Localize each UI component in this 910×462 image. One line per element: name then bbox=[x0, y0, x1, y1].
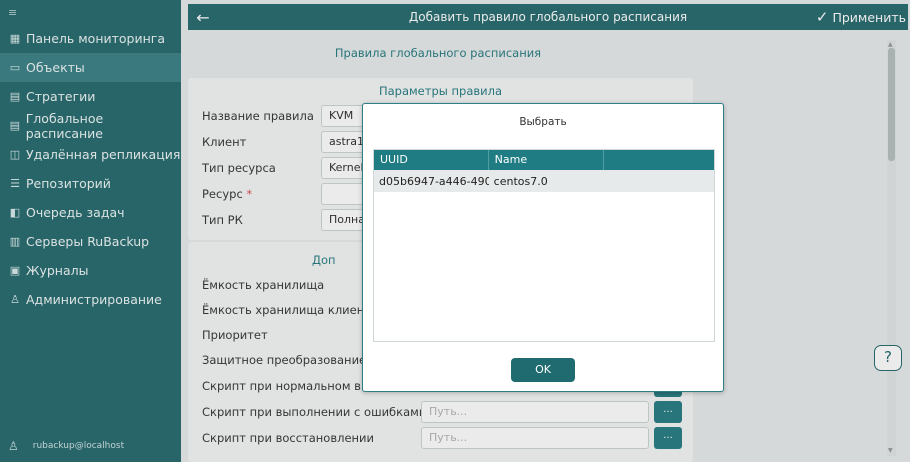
select-dialog: Выбрать UUID Name d05b6947-a446-490c-9 c… bbox=[362, 103, 724, 392]
column-header-extra[interactable] bbox=[604, 150, 714, 170]
ok-button[interactable]: OK bbox=[511, 358, 575, 382]
selection-table: UUID Name d05b6947-a446-490c-9 centos7.0 bbox=[373, 149, 715, 342]
cell-uuid: d05b6947-a446-490c-9 bbox=[379, 174, 489, 188]
cell-name: centos7.0 bbox=[493, 174, 548, 188]
column-header-uuid[interactable]: UUID bbox=[374, 150, 489, 170]
dialog-title: Выбрать bbox=[519, 116, 567, 128]
table-header: UUID Name bbox=[374, 150, 714, 170]
column-header-name[interactable]: Name bbox=[489, 150, 605, 170]
table-row[interactable]: d05b6947-a446-490c-9 centos7.0 bbox=[374, 170, 714, 192]
